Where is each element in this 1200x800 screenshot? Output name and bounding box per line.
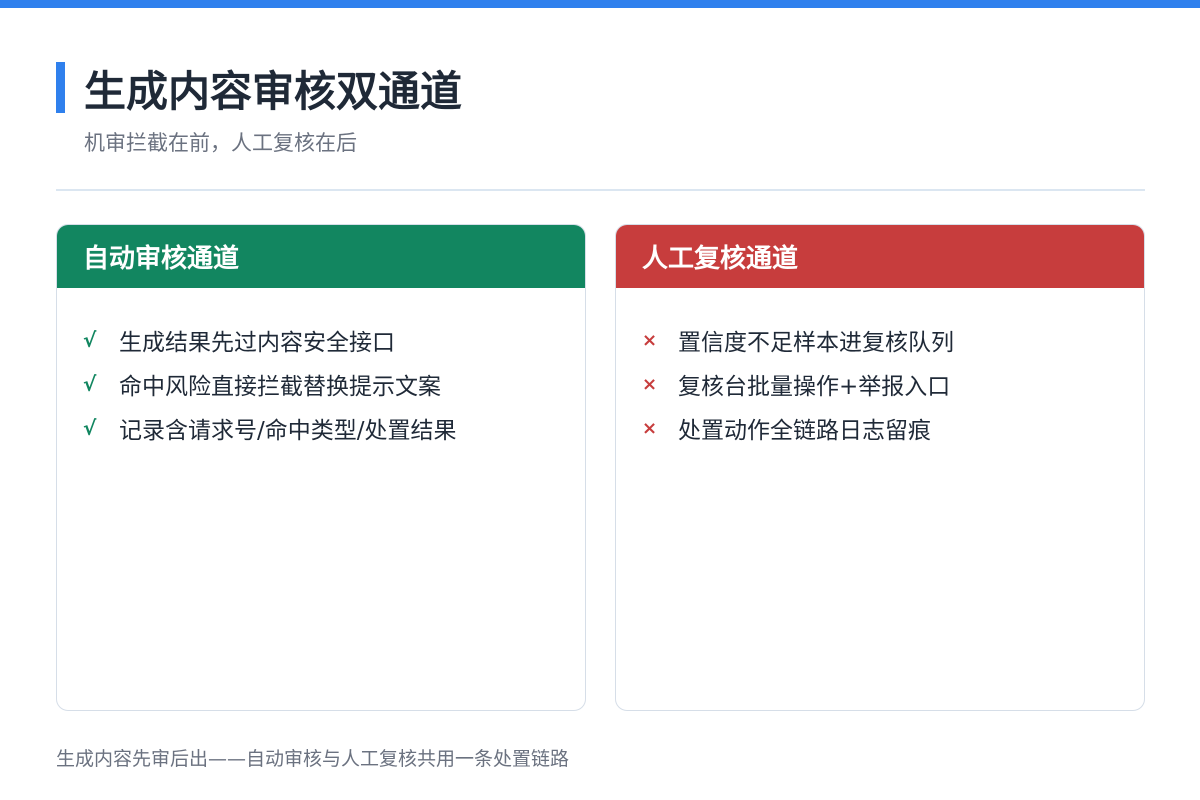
list-item: × 处置动作全链路日志留痕 <box>642 406 1144 450</box>
manual-review-card: 人工复核通道 × 置信度不足样本进复核队列 × 复核台批量操作+举报入口 × 处… <box>615 224 1145 711</box>
list-item: √ 命中风险直接拦截替换提示文案 <box>83 362 585 406</box>
manual-review-list: × 置信度不足样本进复核队列 × 复核台批量操作+举报入口 × 处置动作全链路日… <box>616 288 1144 450</box>
cross-icon: × <box>642 417 658 439</box>
manual-review-card-title: 人工复核通道 <box>616 225 1144 288</box>
list-item-text: 记录含请求号/命中类型/处置结果 <box>119 418 457 444</box>
top-accent-bar <box>0 0 1200 8</box>
list-item: × 置信度不足样本进复核队列 <box>642 318 1144 362</box>
divider <box>56 189 1145 191</box>
check-icon: √ <box>83 416 97 440</box>
auto-review-card: 自动审核通道 √ 生成结果先过内容安全接口 √ 命中风险直接拦截替换提示文案 √… <box>56 224 586 711</box>
slide: 生成内容审核双通道 机审拦截在前，人工复核在后 自动审核通道 √ 生成结果先过内… <box>0 0 1200 800</box>
auto-review-list: √ 生成结果先过内容安全接口 √ 命中风险直接拦截替换提示文案 √ 记录含请求号… <box>57 288 585 450</box>
list-item-text: 处置动作全链路日志留痕 <box>678 418 931 444</box>
cross-icon: × <box>642 329 658 351</box>
check-icon: √ <box>83 372 97 396</box>
check-icon: √ <box>83 328 97 352</box>
list-item: √ 记录含请求号/命中类型/处置结果 <box>83 406 585 450</box>
list-item: × 复核台批量操作+举报入口 <box>642 362 1144 406</box>
auto-review-card-title: 自动审核通道 <box>57 225 585 288</box>
page-title: 生成内容审核双通道 <box>84 67 463 116</box>
title-accent-bar <box>56 62 65 113</box>
list-item: √ 生成结果先过内容安全接口 <box>83 318 585 362</box>
footer-note: 生成内容先审后出——自动审核与人工复核共用一条处置链路 <box>56 748 570 770</box>
list-item-text: 命中风险直接拦截替换提示文案 <box>119 374 441 400</box>
list-item-text: 生成结果先过内容安全接口 <box>119 330 395 356</box>
page-subtitle: 机审拦截在前，人工复核在后 <box>84 131 357 155</box>
list-item-text: 复核台批量操作+举报入口 <box>678 374 951 400</box>
cross-icon: × <box>642 373 658 395</box>
list-item-text: 置信度不足样本进复核队列 <box>678 330 954 356</box>
